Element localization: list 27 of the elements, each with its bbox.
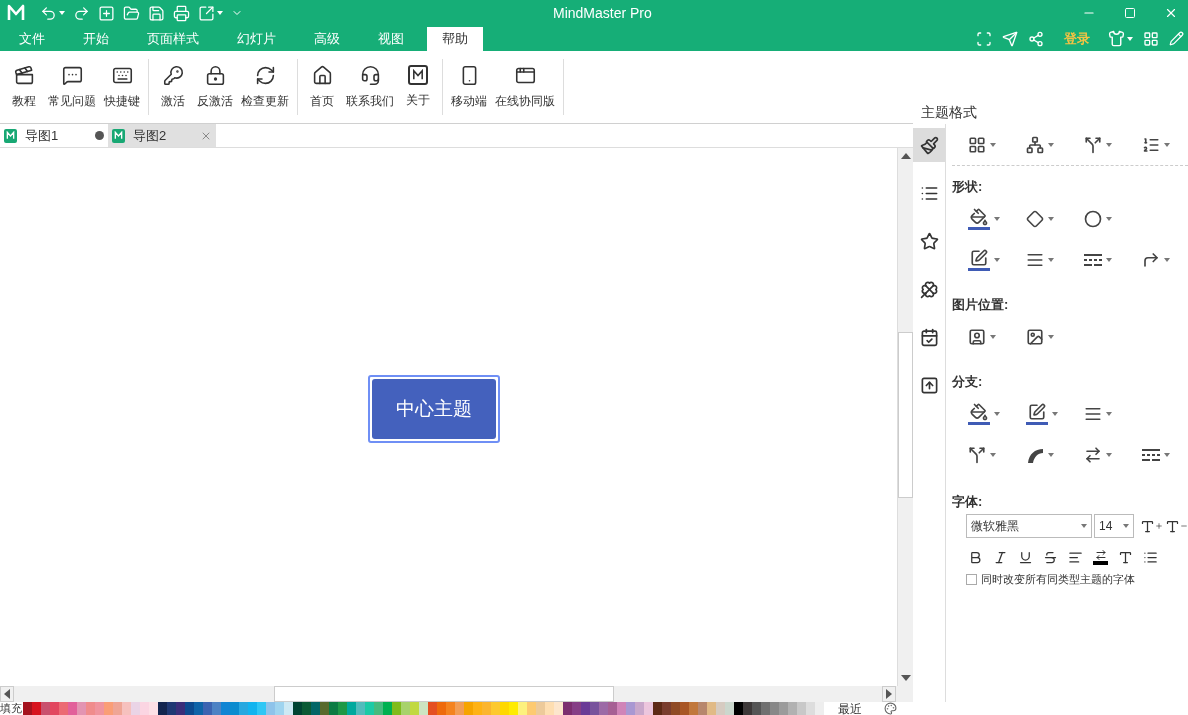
ribbon-button[interactable]: 移动端: [447, 59, 491, 115]
section-label: 字体:: [952, 493, 984, 512]
font-family-dropdown[interactable]: 微软雅黑: [966, 514, 1092, 538]
tab-label: 导图1: [25, 126, 60, 145]
tab-label: 导图2: [133, 126, 168, 145]
ribbon-button[interactable]: 首页: [302, 59, 342, 115]
document-tab[interactable]: 导图2: [108, 124, 216, 147]
recent-label[interactable]: 最近: [838, 699, 862, 715]
section-label: 图片位置:: [952, 296, 1010, 315]
section-label: 分支:: [952, 373, 984, 392]
menu-tab[interactable]: 帮助: [427, 27, 483, 51]
window-title: MindMaster Pro: [553, 3, 652, 23]
ribbon-button[interactable]: 反激活: [193, 59, 237, 115]
ribbon-button[interactable]: 关于: [398, 59, 438, 115]
ribbon-button[interactable]: 检查更新: [237, 59, 293, 115]
ribbon-button[interactable]: 教程: [4, 59, 44, 115]
ribbon-button[interactable]: 联系我们: [342, 59, 398, 115]
panel-title: 主题格式: [920, 102, 978, 122]
section-label: 形状:: [952, 178, 984, 197]
ribbon-button[interactable]: 在线协同版: [491, 59, 559, 115]
ribbon-button[interactable]: 激活: [153, 59, 193, 115]
fill-label: 填充: [0, 702, 23, 715]
central-topic[interactable]: 中心主题: [367, 375, 500, 443]
ribbon-button[interactable]: 快捷键: [100, 59, 144, 115]
sync-font-checkbox[interactable]: 同时改变所有同类型主题的字体: [952, 571, 1188, 588]
font-size-dropdown[interactable]: 14: [1094, 514, 1134, 538]
ribbon-button[interactable]: 常见问题: [44, 59, 100, 115]
